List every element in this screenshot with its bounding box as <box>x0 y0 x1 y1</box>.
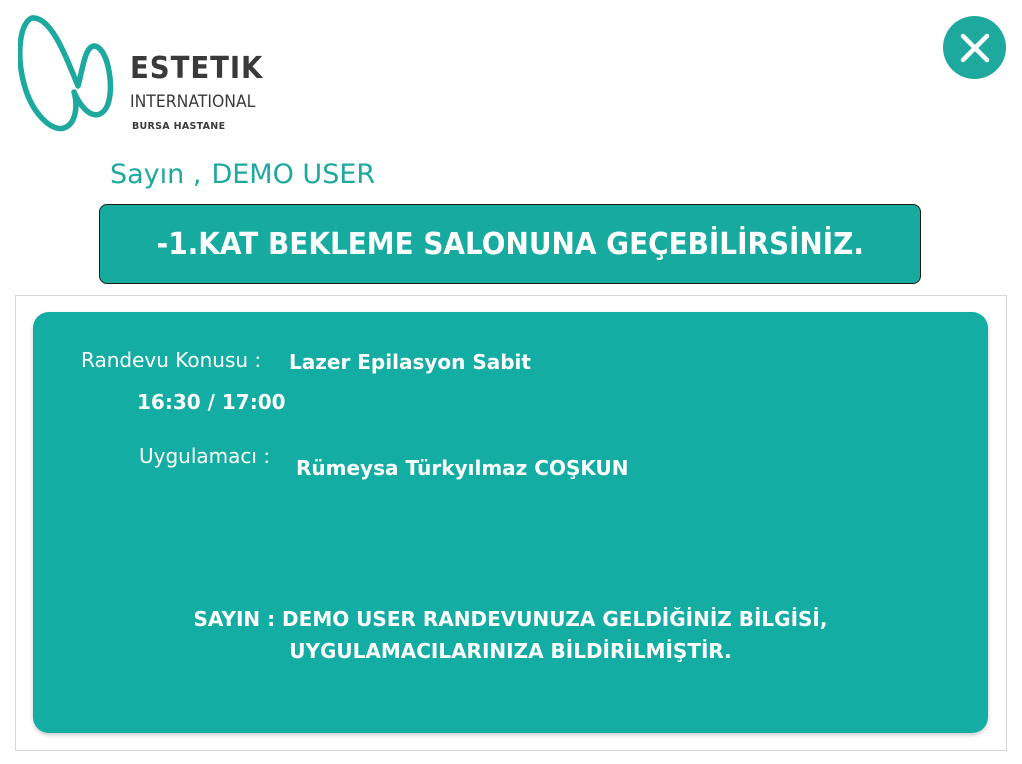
notice-line-1: SAYIN : DEMO USER RANDEVUNUZA GELDİĞİNİZ… <box>193 607 828 631</box>
waiting-room-banner: -1.KAT BEKLEME SALONUNA GEÇEBİLİRSİNİZ. <box>99 204 921 284</box>
practitioner-value: Rümeysa Türkyılmaz COŞKUN <box>296 456 629 480</box>
notice-line-2: UYGULAMACILARINIZA BİLDİRİLMİŞTİR. <box>289 639 732 663</box>
appointment-card: Randevu Konusu : Lazer Epilasyon Sabit 1… <box>33 312 988 733</box>
brand-branch: BURSA HASTANE <box>132 121 226 132</box>
logo-mark-icon <box>18 15 114 132</box>
brand-subtitle: INTERNATIONAL <box>130 92 256 112</box>
close-button[interactable] <box>943 16 1006 79</box>
brand-name: ESTETIK <box>130 51 264 86</box>
close-icon <box>960 33 989 62</box>
check-in-page: ESTETIK INTERNATIONAL BURSA HASTANE Sayı… <box>0 0 1022 764</box>
greeting: Sayın , DEMO USER <box>110 158 375 192</box>
appointment-time: 16:30 / 17:00 <box>137 390 286 414</box>
practitioner-label: Uygulamacı : <box>139 444 271 468</box>
brand-logo: ESTETIK INTERNATIONAL BURSA HASTANE <box>18 14 288 139</box>
greeting-user-name: DEMO USER <box>211 159 376 190</box>
subject-label: Randevu Konusu : <box>81 348 262 372</box>
banner-text: -1.KAT BEKLEME SALONUNA GEÇEBİLİRSİNİZ. <box>156 226 864 262</box>
greeting-prefix: Sayın , <box>110 159 202 190</box>
subject-value: Lazer Epilasyon Sabit <box>289 350 531 374</box>
